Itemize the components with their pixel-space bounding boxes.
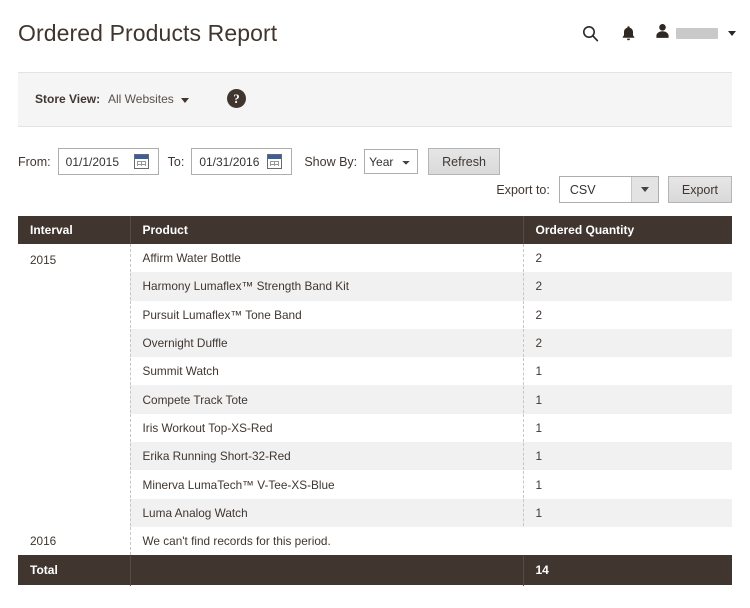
to-date-input[interactable] <box>192 150 265 173</box>
from-date-input[interactable] <box>59 150 132 173</box>
search-icon[interactable] <box>571 18 609 48</box>
ordered-quantity-cell: 1 <box>523 414 732 442</box>
bell-icon[interactable] <box>609 18 647 48</box>
to-label: To: <box>168 155 185 169</box>
product-cell: Luma Analog Watch <box>130 499 523 527</box>
store-view-value: All Websites <box>108 92 174 106</box>
product-cell: Harmony Lumaflex™ Strength Band Kit <box>130 272 523 300</box>
total-quantity: 14 <box>523 555 732 585</box>
from-date-field[interactable] <box>58 148 159 175</box>
ordered-quantity-cell: 1 <box>523 470 732 498</box>
ordered-quantity-cell: 1 <box>523 385 732 413</box>
export-to-label: Export to: <box>496 183 550 197</box>
product-cell: Overnight Duffle <box>130 329 523 357</box>
table-total-row: Total 14 <box>18 555 732 585</box>
column-header-ordered-quantity: Ordered Quantity <box>523 216 732 244</box>
page-title: Ordered Products Report <box>18 20 277 47</box>
calendar-icon[interactable] <box>134 154 149 169</box>
to-date-field[interactable] <box>191 148 292 175</box>
report-filters: From: To: Show By: Year Refresh <box>18 148 500 175</box>
interval-cell: 2016 <box>18 527 130 555</box>
product-cell: Summit Watch <box>130 357 523 385</box>
empty-period-message: We can't find records for this period. <box>130 527 732 555</box>
export-format-select[interactable]: CSV <box>559 176 659 203</box>
ordered-quantity-cell: 2 <box>523 329 732 357</box>
show-by-label: Show By: <box>304 155 357 169</box>
table-row: 2015Affirm Water Bottle2 <box>18 244 732 272</box>
help-icon[interactable]: ? <box>227 89 246 108</box>
ordered-quantity-cell: 2 <box>523 301 732 329</box>
show-by-select[interactable]: Year <box>364 149 418 174</box>
header-actions <box>571 18 736 48</box>
product-cell: Affirm Water Bottle <box>130 244 523 272</box>
page-header: Ordered Products Report <box>0 0 750 58</box>
chevron-down-icon[interactable] <box>631 177 658 202</box>
total-blank-cell <box>130 555 523 585</box>
ordered-quantity-cell: 2 <box>523 244 732 272</box>
store-view-panel: Store View: All Websites ? <box>18 72 732 127</box>
total-label: Total <box>18 555 130 585</box>
from-label: From: <box>18 155 51 169</box>
user-menu[interactable] <box>647 23 736 44</box>
table-body: 2015Affirm Water Bottle2Harmony Lumaflex… <box>18 244 732 555</box>
table-header-row: Interval Product Ordered Quantity <box>18 216 732 244</box>
interval-cell: 2015 <box>18 244 130 527</box>
ordered-products-table: Interval Product Ordered Quantity 2015Af… <box>18 216 732 586</box>
ordered-quantity-cell: 1 <box>523 442 732 470</box>
calendar-icon[interactable] <box>267 154 282 169</box>
export-button[interactable]: Export <box>668 176 732 203</box>
table-row-empty: 2016We can't find records for this perio… <box>18 527 732 555</box>
export-controls: Export to: CSV Export <box>496 176 732 203</box>
ordered-quantity-cell: 1 <box>523 357 732 385</box>
column-header-interval: Interval <box>18 216 130 244</box>
product-cell: Minerva LumaTech™ V-Tee-XS-Blue <box>130 470 523 498</box>
product-cell: Iris Workout Top-XS-Red <box>130 414 523 442</box>
chevron-down-icon <box>181 98 189 103</box>
product-cell: Pursuit Lumaflex™ Tone Band <box>130 301 523 329</box>
store-view-switcher[interactable]: All Websites <box>108 92 189 106</box>
user-name-redacted <box>676 28 718 39</box>
product-cell: Erika Running Short-32-Red <box>130 442 523 470</box>
export-format-value: CSV <box>560 177 631 202</box>
user-avatar-icon <box>655 23 670 44</box>
ordered-products-report-page: Ordered Products Report <box>0 0 750 608</box>
refresh-button[interactable]: Refresh <box>428 148 500 175</box>
chevron-down-icon <box>728 31 736 36</box>
ordered-quantity-cell: 2 <box>523 272 732 300</box>
product-cell: Compete Track Tote <box>130 385 523 413</box>
store-view-label: Store View: <box>35 92 100 106</box>
column-header-product: Product <box>130 216 523 244</box>
ordered-quantity-cell: 1 <box>523 499 732 527</box>
